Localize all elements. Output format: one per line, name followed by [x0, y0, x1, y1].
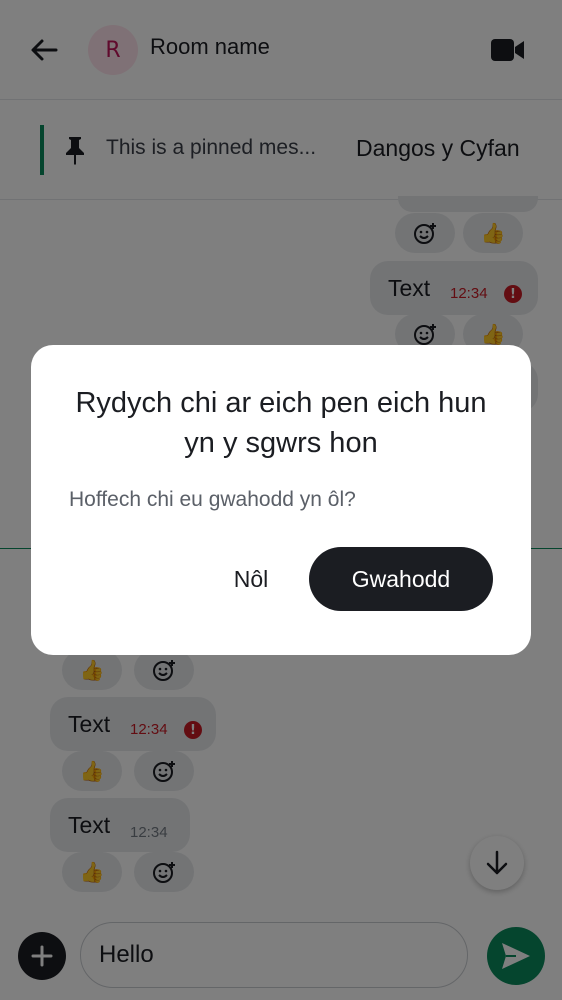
dialog-title: Rydych chi ar eich pen eich hun yn y sgw…	[75, 387, 487, 459]
dialog-back-button[interactable]: Nôl	[211, 547, 291, 611]
dialog-message: Hoffech chi eu gwahodd yn ôl?	[69, 488, 356, 511]
invite-back-dialog: Rydych chi ar eich pen eich hun yn y sgw…	[31, 345, 531, 655]
dialog-invite-button[interactable]: Gwahodd	[309, 547, 493, 611]
